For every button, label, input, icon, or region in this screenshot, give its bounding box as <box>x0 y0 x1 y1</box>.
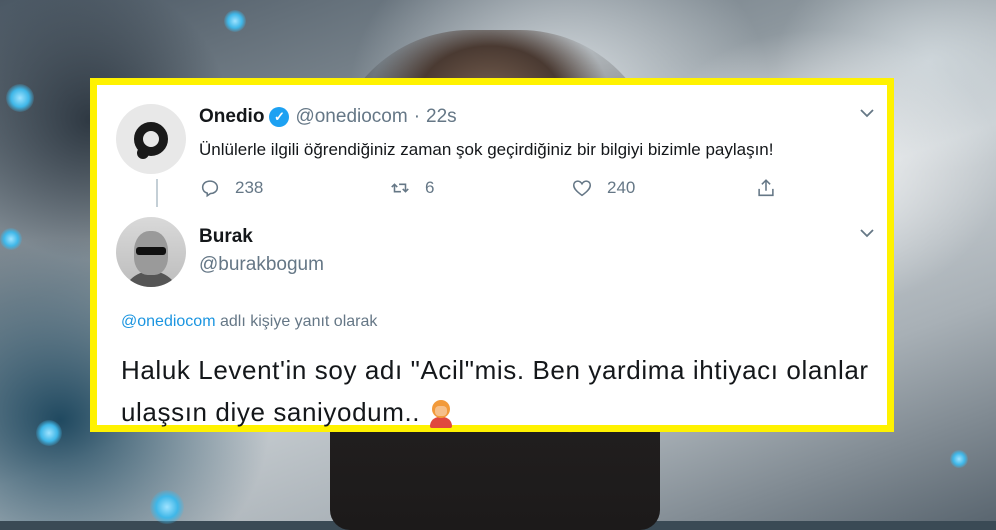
tweet-header: Onedio ✓ @onediocom · 22s <box>199 106 457 128</box>
tweet-actions: 238 6 240 <box>199 177 799 201</box>
facepalm-emoji-icon <box>428 400 454 429</box>
reply-icon <box>201 180 219 198</box>
share-icon <box>758 179 774 197</box>
thread-connector-line <box>156 179 158 207</box>
reply-text: Haluk Levent'in soy adı "Acil"mis. Ben y… <box>121 349 891 433</box>
tweet-text: Ünlülerle ilgili öğrendiğiniz zaman şok … <box>199 140 774 159</box>
tweet-time[interactable]: 22s <box>426 106 457 128</box>
reply-text-content: Haluk Levent'in soy adı "Acil"mis. Ben y… <box>121 355 869 427</box>
stage-light <box>950 450 968 468</box>
like-icon <box>572 180 592 197</box>
like-count: 240 <box>607 178 636 197</box>
replying-to-link[interactable]: @onediocom <box>121 313 216 330</box>
header-separator: · <box>413 106 421 127</box>
replying-to-line: @onediocom adlı kişiye yanıt olarak <box>121 313 377 331</box>
retweet-count: 6 <box>425 178 435 197</box>
reply-tweet[interactable]: Burak @burakbogum @onediocom adlı kişiye… <box>107 213 877 429</box>
stage-light <box>224 10 246 32</box>
verified-badge-icon: ✓ <box>269 107 290 127</box>
chevron-down-icon[interactable] <box>857 103 877 123</box>
stage-light <box>36 420 62 446</box>
reply-author-handle[interactable]: @burakbogum <box>199 254 324 276</box>
replying-to-suffix: adlı kişiye yanıt olarak <box>219 313 378 330</box>
stage-light <box>150 490 184 524</box>
like-button[interactable]: 240 <box>571 177 635 199</box>
reply-button[interactable]: 238 <box>199 177 263 199</box>
reply-count: 238 <box>235 178 264 197</box>
author-name[interactable]: Onedio <box>199 106 264 128</box>
chevron-down-icon[interactable] <box>857 223 877 243</box>
reply-author-name[interactable]: Burak <box>199 226 253 248</box>
stage-light <box>0 228 22 250</box>
avatar-sunglasses <box>136 247 166 255</box>
burak-avatar[interactable] <box>116 217 186 287</box>
tweet-screenshot-card: Onedio ✓ @onediocom · 22s Ünlülerle ilgi… <box>90 78 894 432</box>
retweet-icon <box>391 183 409 193</box>
stage-light <box>6 84 34 112</box>
author-handle[interactable]: @onediocom <box>295 106 407 128</box>
original-tweet[interactable]: Onedio ✓ @onediocom · 22s Ünlülerle ilgi… <box>107 93 877 213</box>
retweet-button[interactable]: 6 <box>389 177 434 199</box>
onedio-avatar[interactable] <box>116 104 186 174</box>
onedio-logo-icon <box>134 122 168 159</box>
share-button[interactable] <box>755 177 791 199</box>
